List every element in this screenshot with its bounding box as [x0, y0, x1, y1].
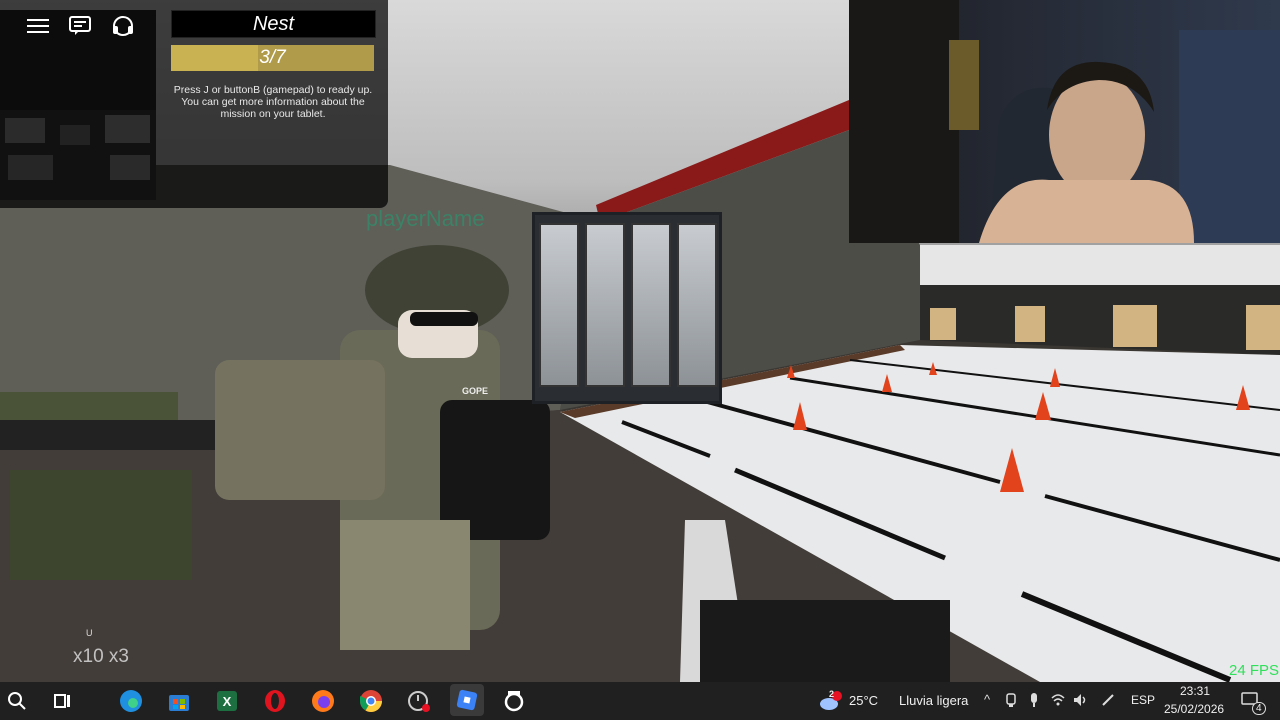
- minimap-building: [8, 155, 53, 180]
- weather-badge: 2: [829, 689, 835, 699]
- chevron-up-icon[interactable]: ^: [979, 692, 995, 708]
- mission-title: Nest: [171, 10, 376, 38]
- weather-temp[interactable]: 25°C: [849, 693, 878, 708]
- minimap-building: [5, 118, 45, 143]
- window-pane: [631, 223, 671, 387]
- rifle: [440, 400, 550, 540]
- microphone-icon[interactable]: [1026, 692, 1042, 708]
- language-indicator[interactable]: ESP: [1131, 693, 1155, 707]
- roblox-icon-glyph: [456, 689, 478, 711]
- ammo-counter: x10 x3: [73, 646, 129, 667]
- wifi-icon-glyph: [1051, 694, 1065, 706]
- held-weapon-body: [700, 600, 950, 682]
- progress-fill: [171, 45, 258, 71]
- webcam-overlay: [849, 0, 1280, 243]
- clock-date[interactable]: 25/02/2026: [1164, 702, 1224, 716]
- webcam-feed: [849, 0, 1280, 243]
- soldier-legs: [340, 520, 470, 650]
- edge-icon[interactable]: [117, 687, 145, 715]
- pen-icon[interactable]: [1100, 692, 1116, 708]
- opera-icon-glyph: [265, 690, 285, 712]
- headset-icon-glyph: [113, 16, 133, 36]
- curtain: [849, 0, 959, 243]
- excel-icon-glyph: X: [217, 691, 237, 711]
- firefox-icon[interactable]: [309, 687, 337, 715]
- range-ceiling: [920, 245, 1280, 285]
- clock-time[interactable]: 23:31: [1180, 684, 1210, 698]
- shooting-target: [1113, 305, 1157, 347]
- headset-icon[interactable]: [109, 12, 137, 40]
- microphone-icon-glyph: [1031, 693, 1037, 707]
- ready-instructions: Press J or buttonB (gamepad) to ready up…: [173, 84, 373, 120]
- ammo-crate: [10, 470, 192, 580]
- chrome-icon[interactable]: [357, 687, 385, 715]
- soldier-goggles: [410, 312, 478, 326]
- clock-app-icon-glyph: [408, 691, 430, 712]
- notification-count: 4: [1252, 702, 1266, 715]
- window-pane: [677, 223, 717, 387]
- fps-counter: 24 FPS: [1229, 662, 1280, 679]
- usb-icon-glyph: [1006, 693, 1016, 707]
- window-light: [949, 40, 979, 130]
- shooting-target: [1015, 306, 1045, 342]
- menu-icon-glyph: [27, 19, 49, 33]
- excel-icon[interactable]: X: [213, 687, 241, 715]
- minimap-building: [110, 155, 150, 180]
- svg-text:X: X: [223, 694, 232, 709]
- glass-window: [532, 212, 722, 404]
- usb-icon[interactable]: [1003, 692, 1019, 708]
- minimap-building: [105, 115, 150, 143]
- task-view-icon-glyph: [54, 694, 70, 708]
- minimap-building: [60, 125, 90, 145]
- chat-icon[interactable]: [66, 12, 94, 40]
- speaker-icon[interactable]: [1072, 692, 1088, 708]
- weapon-slot-label: U: [86, 628, 93, 638]
- clock-app-icon[interactable]: [405, 687, 433, 715]
- shooting-target: [1246, 305, 1280, 350]
- shooting-target: [930, 308, 956, 340]
- menu-icon[interactable]: [24, 12, 52, 40]
- soldier-backpack: [215, 360, 385, 500]
- wifi-icon[interactable]: [1050, 692, 1066, 708]
- firefox-icon-glyph: [312, 690, 334, 712]
- mission-hud: Nest 3/7 Press J or buttonB (gamepad) to…: [0, 0, 388, 208]
- player-nametag: playerName: [366, 206, 485, 231]
- window-pane: [585, 223, 625, 387]
- progress-text: 3/7: [259, 47, 286, 68]
- weather-desc[interactable]: Lluvia ligera: [899, 693, 968, 708]
- vest-label: GOPE: [462, 386, 489, 396]
- edge-icon-glyph: [120, 690, 142, 712]
- roblox-player-icon[interactable]: [500, 687, 528, 715]
- mission-progress-bar: 3/7: [171, 45, 374, 71]
- search-icon[interactable]: [3, 687, 31, 715]
- chat-icon-glyph: [69, 16, 91, 35]
- task-view-icon[interactable]: [48, 687, 76, 715]
- chrome-icon-glyph: [360, 690, 382, 712]
- store-icon[interactable]: [165, 687, 193, 715]
- opera-icon[interactable]: [261, 687, 289, 715]
- window-pane: [539, 223, 579, 387]
- search-icon-glyph: [8, 692, 26, 710]
- pen-icon-glyph: [1102, 694, 1114, 706]
- roblox-icon[interactable]: [450, 684, 484, 716]
- table: [0, 420, 220, 450]
- roblox-player-icon-glyph: [504, 691, 524, 712]
- store-icon-glyph: [169, 695, 189, 711]
- wall-background: [1179, 30, 1280, 243]
- speaker-icon-glyph: [1074, 694, 1086, 706]
